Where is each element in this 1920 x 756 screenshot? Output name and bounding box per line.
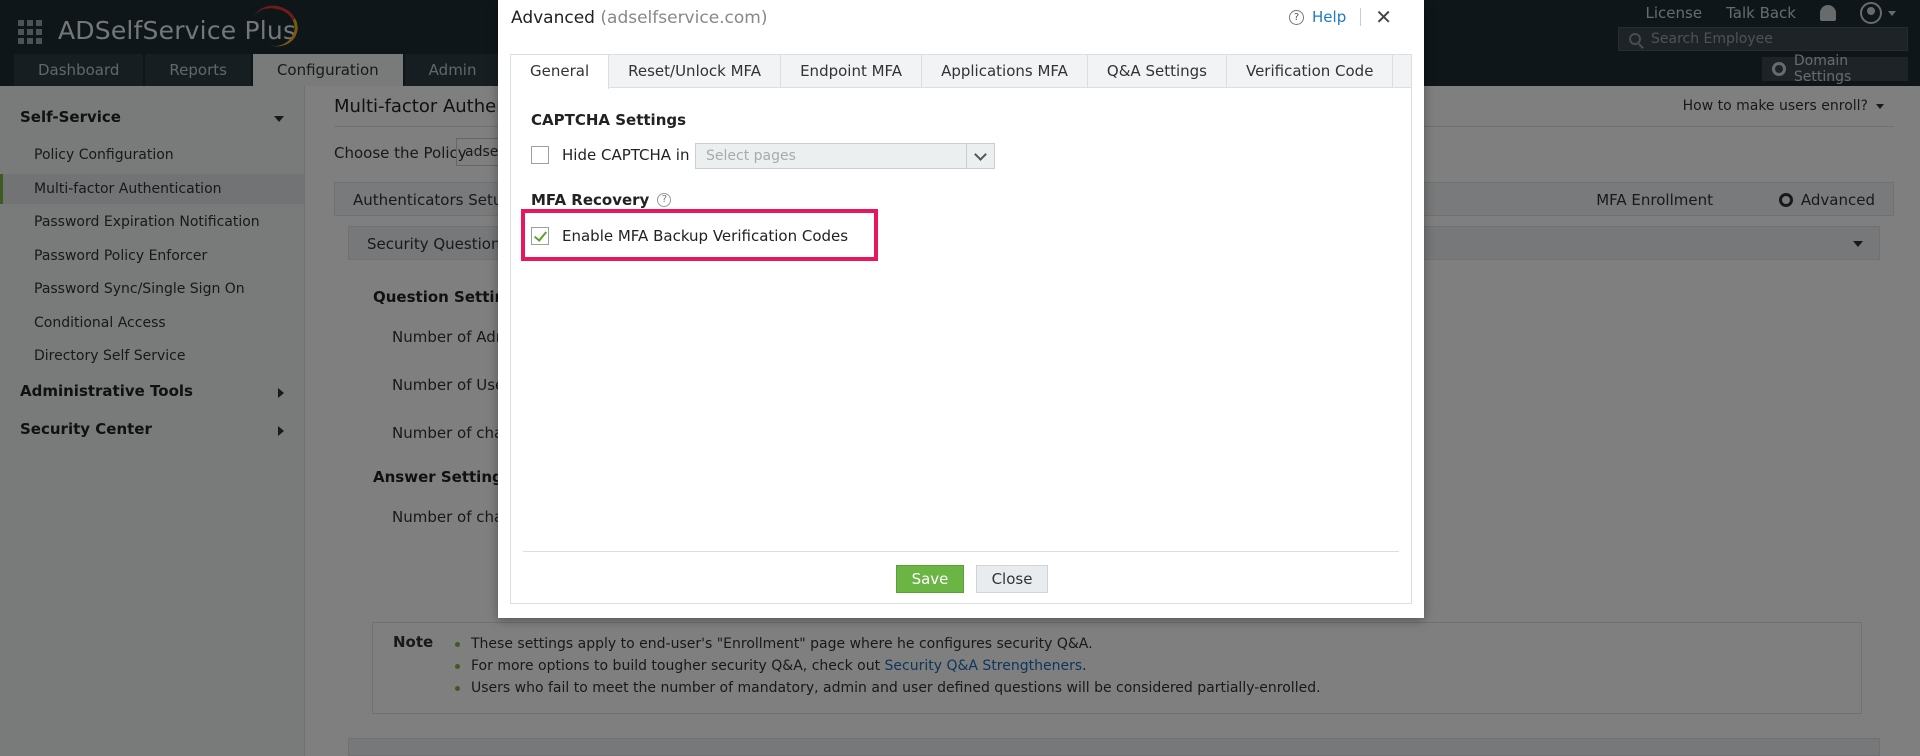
hide-captcha-row: Hide CAPTCHA in bbox=[531, 146, 690, 164]
tab-qa-settings[interactable]: Q&A Settings bbox=[1088, 55, 1227, 88]
dialog-domain: (adselfservice.com) bbox=[600, 8, 768, 28]
close-button[interactable]: Close bbox=[976, 565, 1048, 593]
tab-endpoint-mfa[interactable]: Endpoint MFA bbox=[781, 55, 923, 88]
divider bbox=[523, 551, 1399, 552]
tab-reset-unlock-mfa[interactable]: Reset/Unlock MFA bbox=[609, 55, 782, 88]
hide-captcha-label: Hide CAPTCHA in bbox=[562, 146, 690, 164]
dialog-help-area: ? Help ✕ bbox=[1289, 7, 1392, 27]
save-button[interactable]: Save bbox=[896, 565, 964, 593]
dialog-title: Advanced (adselfservice.com) bbox=[511, 8, 768, 28]
select-pages-dropdown[interactable]: Select pages bbox=[695, 143, 995, 169]
hide-captcha-checkbox[interactable] bbox=[531, 146, 549, 164]
backup-codes-label: Enable MFA Backup Verification Codes bbox=[562, 227, 849, 245]
dialog-panel: General Reset/Unlock MFA Endpoint MFA Ap… bbox=[510, 54, 1412, 604]
tab-verification-code[interactable]: Verification Code bbox=[1227, 55, 1394, 88]
help-icon[interactable]: ? bbox=[1289, 9, 1305, 25]
dialog-title-text: Advanced bbox=[511, 8, 595, 28]
backup-codes-row: Enable MFA Backup Verification Codes bbox=[531, 227, 848, 245]
divider bbox=[1360, 8, 1362, 26]
mfa-recovery-heading: MFA Recovery ? bbox=[531, 191, 672, 209]
tab-general[interactable]: General bbox=[511, 55, 610, 89]
captcha-settings-heading: CAPTCHA Settings bbox=[531, 111, 687, 129]
chevron-down-icon bbox=[966, 144, 994, 168]
help-icon[interactable]: ? bbox=[657, 193, 672, 207]
advanced-dialog: Advanced (adselfservice.com) ? Help ✕ Ge… bbox=[498, 0, 1424, 618]
select-pages-placeholder: Select pages bbox=[706, 148, 796, 164]
tab-applications-mfa[interactable]: Applications MFA bbox=[922, 55, 1088, 88]
dialog-tabs: General Reset/Unlock MFA Endpoint MFA Ap… bbox=[511, 55, 1411, 89]
close-icon[interactable]: ✕ bbox=[1375, 7, 1392, 27]
backup-codes-checkbox[interactable] bbox=[531, 227, 549, 245]
help-link[interactable]: Help bbox=[1312, 8, 1346, 26]
mfa-recovery-text: MFA Recovery bbox=[531, 191, 650, 209]
